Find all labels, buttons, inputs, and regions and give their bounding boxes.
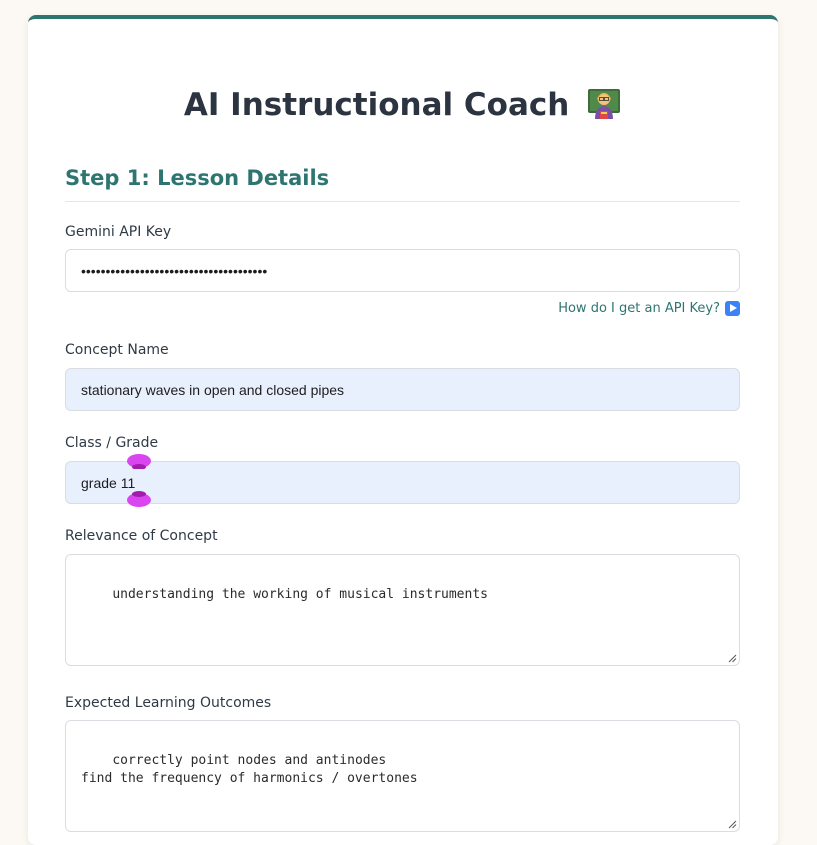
concept-name-value: stationary waves in open and closed pipe… [81, 381, 345, 398]
step-1-heading: Step 1: Lesson Details [65, 166, 330, 190]
api-key-value: •••••••••••••••••••••••••••••••••••••• [81, 262, 268, 279]
relevance-label: Relevance of Concept [65, 528, 218, 544]
section-divider [65, 201, 740, 202]
outcomes-label: Expected Learning Outcomes [65, 695, 272, 711]
api-key-input[interactable]: •••••••••••••••••••••••••••••••••••••• [65, 249, 740, 292]
teacher-icon [588, 89, 621, 119]
relevance-textarea[interactable]: understanding the working of musical ins… [65, 554, 740, 666]
class-grade-value: grade 11 [81, 474, 136, 491]
concept-name-input[interactable]: stationary waves in open and closed pipe… [65, 368, 740, 411]
api-key-help-link[interactable]: How do I get an API Key? [558, 301, 740, 316]
api-key-help-text: How do I get an API Key? [558, 301, 720, 316]
lesson-details-card: AI Instructional Coach Step 1: Lesson De… [28, 15, 778, 845]
text-cursor-top-icon [127, 454, 151, 469]
resize-grip-icon[interactable] [728, 654, 737, 663]
class-grade-label: Class / Grade [65, 435, 159, 451]
class-grade-input[interactable]: grade 11 [65, 461, 740, 504]
api-key-label: Gemini API Key [65, 224, 172, 240]
resize-grip-icon[interactable] [728, 820, 737, 829]
concept-name-label: Concept Name [65, 342, 169, 358]
play-button-icon [725, 301, 740, 316]
page-title: AI Instructional Coach [28, 85, 778, 123]
relevance-value: understanding the working of musical ins… [112, 587, 488, 602]
outcomes-textarea[interactable]: correctly point nodes and antinodes find… [65, 720, 740, 832]
text-cursor-bottom-icon [127, 491, 151, 507]
page-title-text: AI Instructional Coach [183, 87, 570, 123]
outcomes-value: correctly point nodes and antinodes find… [81, 753, 418, 786]
